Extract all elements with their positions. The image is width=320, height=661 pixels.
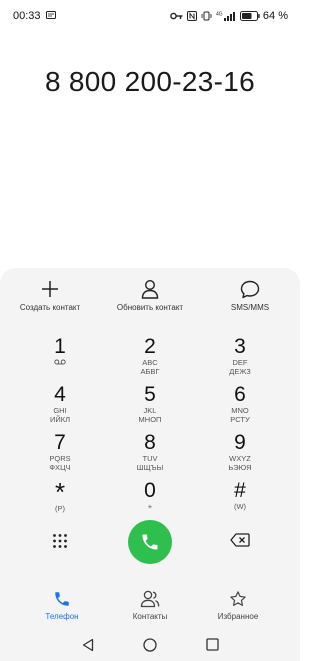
sms-notification-icon xyxy=(45,10,56,22)
bottom-tabs: Телефон Контакты Избранное xyxy=(0,590,300,626)
key-letters-cyrillic: ФХЦЧ xyxy=(49,463,71,472)
dialpad-panel: Создать контакт Обновить контакт SMS/MMS… xyxy=(0,268,300,661)
key-digit: * xyxy=(54,477,66,507)
tab-favorites-label: Избранное xyxy=(217,612,259,621)
home-icon[interactable] xyxy=(143,638,157,657)
key-6[interactable]: 6 MNO РСТУ xyxy=(195,384,285,430)
quick-actions: Создать контакт Обновить контакт SMS/MMS xyxy=(0,278,300,326)
status-time: 00:33 xyxy=(13,10,41,22)
key-letters-cyrillic: МНОП xyxy=(138,415,162,424)
recents-icon[interactable] xyxy=(206,638,219,656)
key-3[interactable]: 3 DEF ДЕЖЗ xyxy=(195,336,285,382)
phone-handset-icon xyxy=(142,534,158,550)
nfc-icon xyxy=(186,11,197,21)
key-letters-cyrillic: РСТУ xyxy=(230,415,250,424)
key-5[interactable]: 5 JKL МНОП xyxy=(105,384,195,430)
key-digit: 9 xyxy=(234,431,246,454)
star-icon xyxy=(230,591,246,606)
key-9[interactable]: 9 WXYZ ЬЭЮЯ xyxy=(195,432,285,478)
sms-mms-button[interactable]: SMS/MMS xyxy=(200,278,300,326)
dialer-bottom-row xyxy=(0,520,300,570)
key-letters-latin: ABC xyxy=(142,358,158,367)
key-letters-latin: MNO xyxy=(231,406,249,415)
key-digit: 3 xyxy=(234,335,246,358)
svg-text:4G: 4G xyxy=(216,11,223,17)
key-letters-latin: TUV xyxy=(142,454,158,463)
phone-icon xyxy=(55,592,69,606)
key-letters-latin: PQRS xyxy=(49,454,71,463)
tab-phone-label: Телефон xyxy=(45,612,79,621)
key-letters-latin: + xyxy=(147,502,153,511)
dialed-number[interactable]: 8 800 200-23-16 xyxy=(0,66,300,98)
key-digit: 7 xyxy=(54,431,66,454)
contacts-icon xyxy=(140,590,160,608)
status-right: 4G 64 % xyxy=(170,10,288,22)
key-digit: 1 xyxy=(54,335,66,358)
battery-icon xyxy=(239,11,260,21)
call-button[interactable] xyxy=(128,520,172,564)
status-left: 00:33 xyxy=(13,10,56,22)
update-contact-label: Обновить контакт xyxy=(116,303,184,312)
create-contact-label: Создать контакт xyxy=(19,303,81,312)
person-icon xyxy=(141,278,159,300)
key-letters-latin: (P) xyxy=(55,504,65,513)
key-digit: 8 xyxy=(144,431,156,454)
tab-contacts[interactable]: Контакты xyxy=(100,590,200,626)
tab-favorites[interactable]: Избранное xyxy=(188,590,288,626)
key-digit: 6 xyxy=(234,383,246,406)
key-4[interactable]: 4 GHI ИЙКЛ xyxy=(15,384,105,430)
back-icon[interactable] xyxy=(82,638,94,657)
key-icon xyxy=(170,12,183,20)
backspace-icon[interactable] xyxy=(230,533,250,549)
update-contact-button[interactable]: Обновить контакт xyxy=(100,278,200,326)
dialpad-toggle-icon[interactable] xyxy=(52,533,68,549)
key-2[interactable]: 2 ABC АБВГ xyxy=(105,336,195,382)
key-letters-latin: (W) xyxy=(233,502,247,511)
key-8[interactable]: 8 TUV ШЩЪЫ xyxy=(105,432,195,478)
vibrate-icon xyxy=(201,11,212,21)
key-7[interactable]: 7 PQRS ФХЦЧ xyxy=(15,432,105,478)
key-digit: 4 xyxy=(54,383,66,406)
key-letters-cyrillic: ИЙКЛ xyxy=(49,415,71,424)
key-letters-latin: GHI xyxy=(53,406,67,415)
key-digit: 2 xyxy=(144,335,156,358)
key-letters-cyrillic: ШЩЪЫ xyxy=(136,463,164,472)
voicemail-icon xyxy=(54,358,66,367)
status-bar: 00:33 4G 64 % xyxy=(0,0,300,32)
tab-contacts-label: Контакты xyxy=(132,612,168,621)
key-letters-cyrillic: ЬЭЮЯ xyxy=(228,463,252,472)
battery: 64 % xyxy=(239,10,288,22)
key-letters-cyrillic: АБВГ xyxy=(140,367,160,376)
key-digit: # xyxy=(234,479,246,502)
create-contact-button[interactable]: Создать контакт xyxy=(0,278,100,326)
plus-icon xyxy=(41,278,59,300)
key-letters-latin: JKL xyxy=(143,406,157,415)
key-letters-latin: DEF xyxy=(232,358,248,367)
signal-4g-icon: 4G xyxy=(216,11,236,22)
battery-percent: 64 % xyxy=(262,10,288,22)
sms-mms-label: SMS/MMS xyxy=(230,303,270,312)
chat-bubble-icon xyxy=(240,278,260,300)
key-letters-cyrillic: ДЕЖЗ xyxy=(229,367,251,376)
key-1[interactable]: 1 xyxy=(15,336,105,382)
key-digit: 0 xyxy=(144,479,156,502)
key-letters-latin: WXYZ xyxy=(229,454,251,463)
system-nav-bar xyxy=(0,630,300,661)
key-digit: 5 xyxy=(144,383,156,406)
tab-phone[interactable]: Телефон xyxy=(12,590,112,626)
